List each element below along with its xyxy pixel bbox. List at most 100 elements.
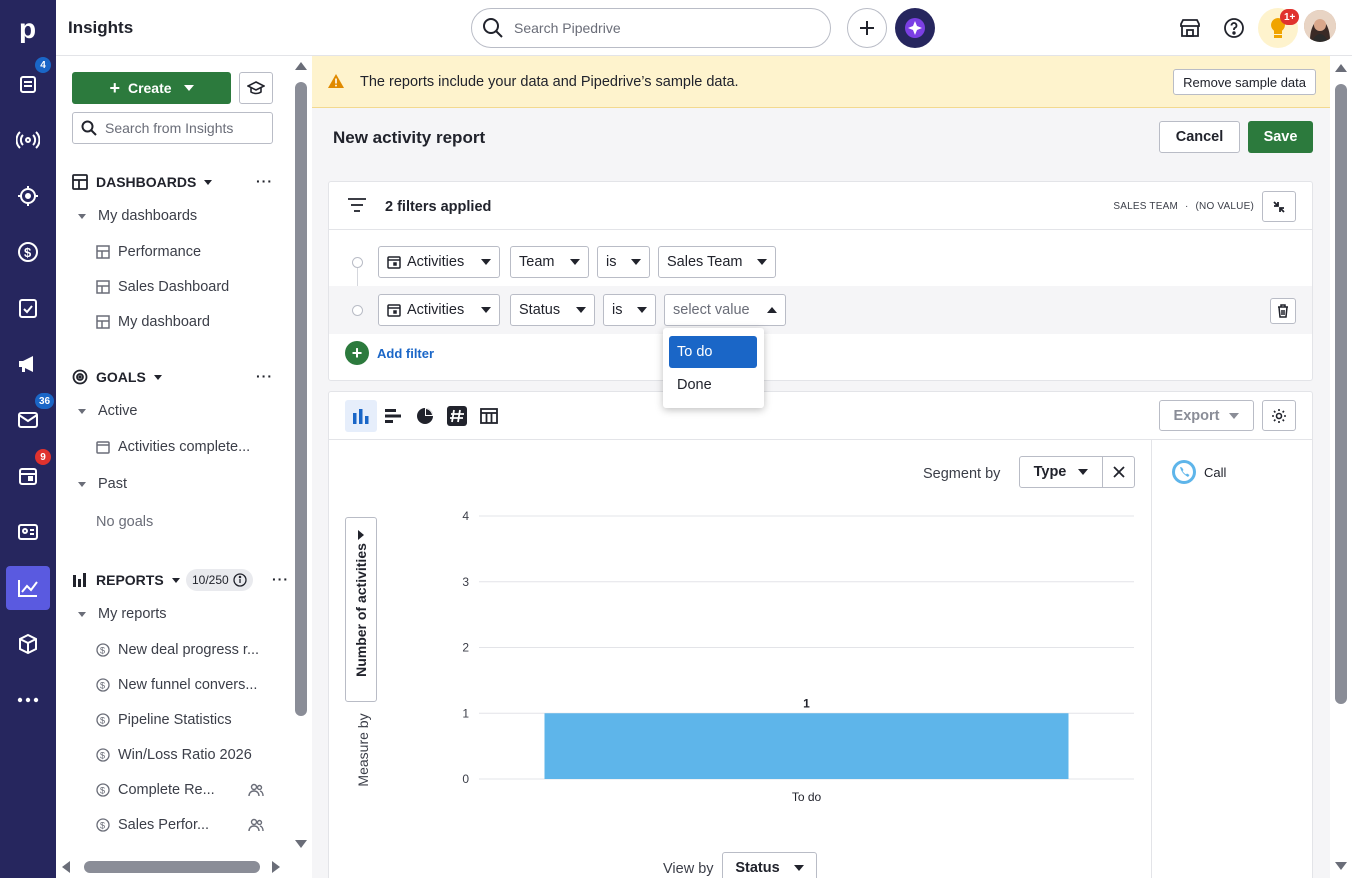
- report-item[interactable]: $ Complete Re...: [96, 782, 290, 798]
- remove-sample-data-button[interactable]: Remove sample data: [1173, 69, 1316, 95]
- pie-chart-button[interactable]: [409, 400, 441, 432]
- insights-chart-icon[interactable]: [6, 566, 50, 610]
- measure-by-value: Number of activities: [353, 542, 369, 677]
- filter-operator-dropdown[interactable]: is: [603, 294, 656, 326]
- my-reports-group[interactable]: My reports: [78, 606, 167, 622]
- my-dashboards-group[interactable]: My dashboards: [78, 208, 197, 224]
- cancel-button[interactable]: Cancel: [1159, 121, 1240, 153]
- filters-header[interactable]: 2 filters applied SALES TEAM · (NO VALUE…: [329, 182, 1312, 230]
- scroll-down-icon[interactable]: [295, 840, 307, 848]
- bar-chart-button[interactable]: [377, 400, 409, 432]
- help-icon: [1224, 18, 1244, 38]
- global-search-input[interactable]: Search Pipedrive: [471, 8, 831, 48]
- dashboards-more-button[interactable]: ···: [256, 173, 273, 189]
- clear-segment-button[interactable]: [1102, 456, 1135, 488]
- view-by-dropdown[interactable]: Status: [722, 852, 817, 878]
- goal-target-icon: [72, 369, 88, 385]
- x-tick-label: To do: [792, 790, 822, 804]
- bar: [544, 713, 1069, 779]
- scroll-thumb[interactable]: [1335, 84, 1347, 704]
- report-item[interactable]: $ New deal progress r...: [96, 642, 271, 658]
- measure-by-label: Measure by: [355, 713, 371, 787]
- delete-filter-button[interactable]: [1270, 298, 1296, 324]
- plus-icon: +: [345, 341, 369, 365]
- notification-badge: 1+: [1280, 9, 1300, 25]
- target-icon[interactable]: [6, 174, 50, 218]
- past-goals-group[interactable]: Past: [78, 476, 127, 492]
- chart-settings-button[interactable]: [1262, 400, 1296, 431]
- broadcast-icon[interactable]: [6, 118, 50, 162]
- campaigns-megaphone-icon[interactable]: [6, 342, 50, 386]
- reports-more-button[interactable]: ···: [272, 571, 289, 587]
- report-item[interactable]: $ Pipeline Statistics: [96, 712, 271, 728]
- filter-field-dropdown[interactable]: Team: [510, 246, 589, 278]
- chevron-down-icon: [570, 259, 580, 265]
- filter-operator-dropdown[interactable]: is: [597, 246, 650, 278]
- goals-more-button[interactable]: ···: [256, 368, 273, 384]
- products-box-icon[interactable]: [6, 622, 50, 666]
- shared-users-icon: [248, 818, 264, 832]
- scroll-left-icon[interactable]: [62, 861, 70, 873]
- svg-text:$: $: [24, 245, 32, 260]
- filter-entity-dropdown[interactable]: Activities: [378, 246, 500, 278]
- export-button[interactable]: Export: [1159, 400, 1254, 431]
- chart-card: Export Segment by Type Number of activit…: [328, 391, 1313, 878]
- deals-dollar-icon[interactable]: $: [6, 230, 50, 274]
- report-item[interactable]: $ New funnel convers...: [96, 677, 271, 693]
- sidebar-hscrollbar[interactable]: [56, 856, 290, 878]
- hashtag-icon: [447, 406, 467, 426]
- reports-section-header[interactable]: REPORTS: [72, 572, 180, 588]
- goals-title: GOALS: [96, 369, 146, 385]
- create-button[interactable]: + Create: [72, 72, 231, 104]
- sidebar-scrollbar[interactable]: [290, 56, 312, 856]
- learn-button[interactable]: [239, 72, 273, 104]
- help-button[interactable]: [1214, 8, 1254, 48]
- filter-value-select[interactable]: select value: [664, 294, 786, 326]
- add-filter-button[interactable]: + Add filter: [345, 341, 434, 365]
- save-button[interactable]: Save: [1248, 121, 1313, 153]
- filter-value-dropdown[interactable]: Sales Team: [658, 246, 776, 278]
- filter-entity-dropdown[interactable]: Activities: [378, 294, 500, 326]
- menu-option-done[interactable]: Done: [669, 369, 757, 401]
- avatar[interactable]: [1304, 10, 1336, 42]
- insights-search-input[interactable]: Search from Insights: [72, 112, 273, 144]
- info-icon[interactable]: [233, 573, 247, 587]
- menu-option-to-do[interactable]: To do: [669, 336, 757, 368]
- filter-field-dropdown[interactable]: Status: [510, 294, 595, 326]
- active-goals-group[interactable]: Active: [78, 403, 138, 419]
- table-view-button[interactable]: [473, 400, 505, 432]
- contacts-card-icon[interactable]: [6, 510, 50, 554]
- scroll-up-icon[interactable]: [1335, 64, 1347, 72]
- dashboard-item-performance[interactable]: Performance: [96, 244, 271, 260]
- scroll-thumb[interactable]: [295, 82, 307, 716]
- report-item[interactable]: $ Sales Perfor...: [96, 817, 290, 833]
- segment-by-dropdown[interactable]: Type: [1019, 456, 1103, 488]
- scroll-up-icon[interactable]: [295, 62, 307, 70]
- scroll-down-icon[interactable]: [1335, 862, 1347, 870]
- column-chart-button[interactable]: [345, 400, 377, 432]
- more-icon[interactable]: [6, 678, 50, 722]
- dashboard-item-my[interactable]: My dashboard: [96, 314, 271, 330]
- ai-assistant-button[interactable]: [895, 8, 935, 48]
- report-title[interactable]: New activity report: [333, 128, 485, 148]
- dashboard-item-sales[interactable]: Sales Dashboard: [96, 279, 271, 295]
- dashboards-title: DASHBOARDS: [96, 174, 197, 190]
- marketplace-button[interactable]: [1170, 8, 1210, 48]
- measure-by-dropdown[interactable]: Number of activities: [345, 517, 377, 702]
- pipedrive-logo[interactable]: p: [6, 6, 50, 50]
- report-item[interactable]: $ Win/Loss Ratio 2026: [96, 747, 271, 763]
- collapse-filters-button[interactable]: [1262, 191, 1296, 222]
- goal-item-activities[interactable]: Activities complete...: [96, 439, 271, 455]
- scroll-right-icon[interactable]: [272, 861, 280, 873]
- scroll-thumb[interactable]: [84, 861, 260, 873]
- goals-section-header[interactable]: GOALS: [72, 369, 162, 385]
- activities-icon[interactable]: [6, 286, 50, 330]
- insights-sidebar: + Create Search from Insights DASHBOARDS…: [56, 56, 290, 878]
- legend-item-call[interactable]: Call: [1172, 460, 1226, 484]
- trash-icon: [1278, 304, 1288, 318]
- quick-add-button[interactable]: [847, 8, 887, 48]
- main-scrollbar[interactable]: [1330, 56, 1352, 878]
- dashboards-section-header[interactable]: DASHBOARDS: [72, 174, 213, 190]
- user-avatar-icon: [1304, 10, 1336, 42]
- scorecard-button[interactable]: [441, 400, 473, 432]
